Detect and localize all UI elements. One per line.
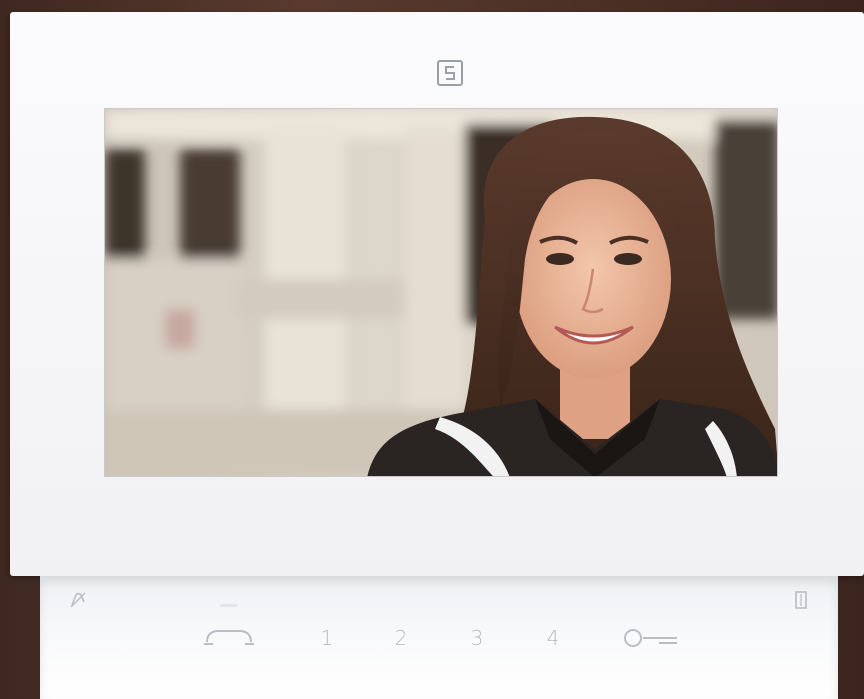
key-4-button[interactable]: 4 bbox=[538, 623, 568, 653]
door-open-button[interactable] bbox=[618, 624, 682, 652]
key-3-button[interactable]: 3 bbox=[462, 623, 492, 653]
s-logo-icon bbox=[445, 66, 455, 80]
video-screen[interactable] bbox=[104, 108, 778, 477]
control-panel bbox=[40, 576, 838, 699]
handset-button[interactable] bbox=[200, 624, 258, 652]
bell-mute-icon[interactable] bbox=[66, 588, 90, 612]
handset-icon bbox=[204, 630, 254, 645]
brand-logo bbox=[437, 60, 463, 86]
video-intercom-monitor bbox=[10, 12, 864, 576]
key-2-button[interactable]: 2 bbox=[386, 623, 416, 653]
status-led bbox=[220, 604, 238, 607]
visitor-video-feed bbox=[105, 109, 777, 476]
key-1-button[interactable]: 1 bbox=[312, 623, 342, 653]
door-icon[interactable] bbox=[790, 588, 812, 612]
key-icon bbox=[624, 629, 677, 647]
